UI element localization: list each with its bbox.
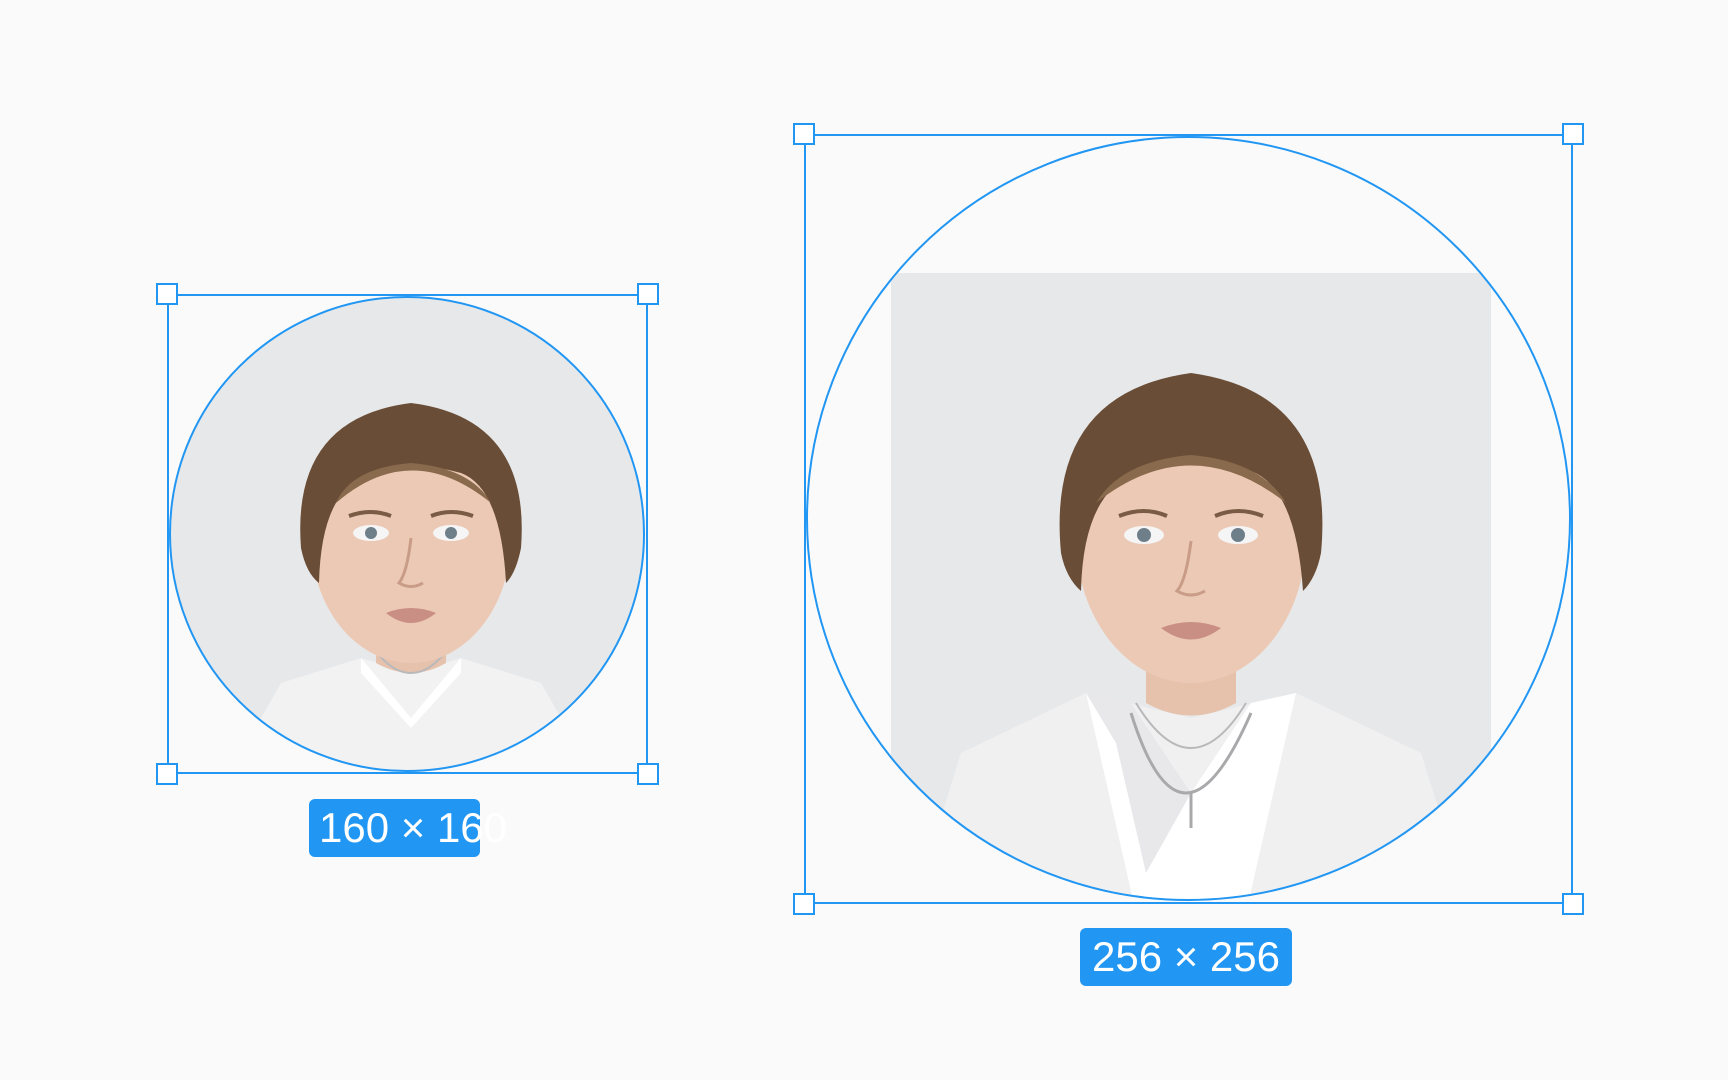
avatar-frame-large[interactable] [793, 123, 1584, 915]
portrait-illustration [171, 298, 643, 770]
avatar-small[interactable] [171, 298, 643, 770]
resize-handle-icon[interactable] [793, 893, 815, 915]
resize-handle-icon[interactable] [156, 283, 178, 305]
resize-handle-icon[interactable] [1562, 123, 1584, 145]
portrait-illustration [891, 273, 1491, 900]
resize-handle-icon[interactable] [637, 763, 659, 785]
design-canvas: 160 × 160 256 × 256 [0, 0, 1728, 1080]
avatar-frame-small[interactable] [156, 283, 659, 785]
avatar-photo-large [891, 273, 1491, 900]
avatar-photo-small [171, 298, 643, 770]
resize-handle-icon[interactable] [156, 763, 178, 785]
avatar-large[interactable] [807, 137, 1570, 900]
resize-handle-icon[interactable] [793, 123, 815, 145]
resize-handle-icon[interactable] [1562, 893, 1584, 915]
size-badge-small: 160 × 160 [309, 799, 507, 857]
resize-handle-icon[interactable] [637, 283, 659, 305]
size-badge-large: 256 × 256 [1080, 928, 1292, 986]
